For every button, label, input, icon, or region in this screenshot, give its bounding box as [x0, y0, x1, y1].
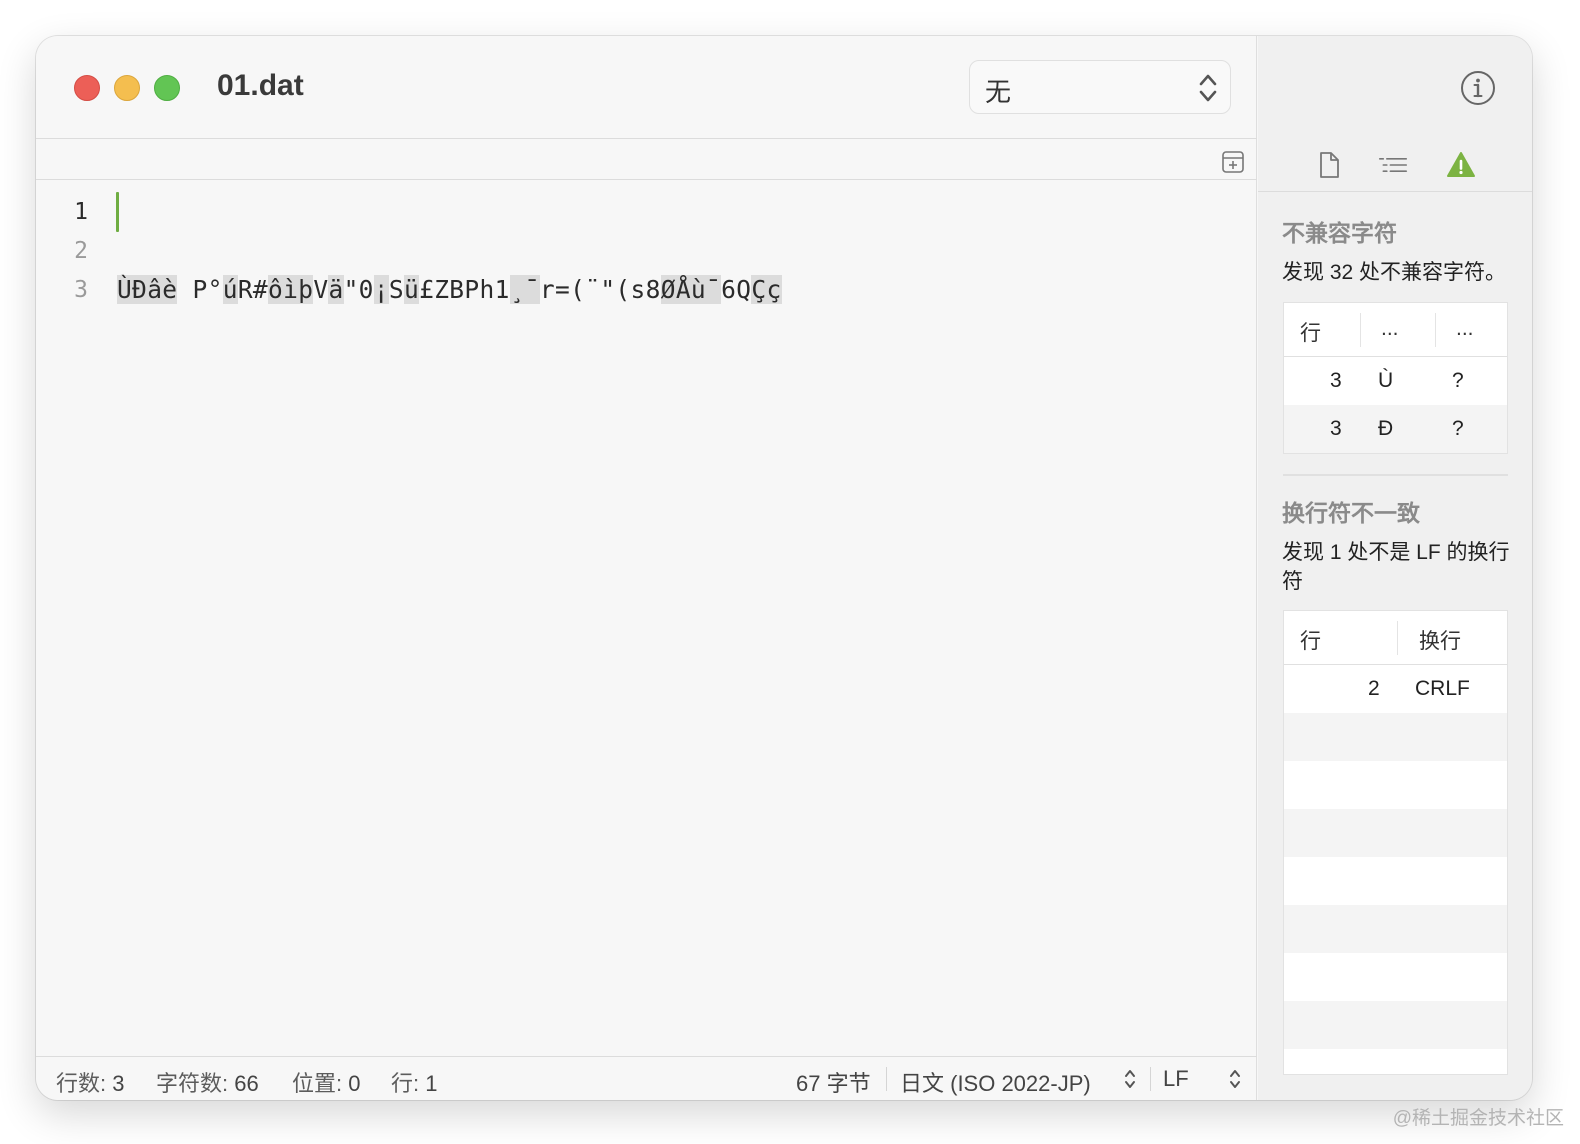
position-stat: 位置: 0 — [292, 1071, 361, 1096]
char-count-stat: 字符数: 66 — [156, 1071, 259, 1096]
code-text: P° — [177, 275, 223, 304]
code-text: £ZBPh1 — [419, 275, 510, 304]
incompatible-char-highlight: ôì — [268, 275, 299, 304]
line-number: 2 — [74, 238, 88, 264]
code-text: "(s8 — [600, 275, 661, 304]
table-row-empty — [1284, 905, 1507, 953]
divider — [1397, 621, 1398, 655]
table-row[interactable]: 3 Ù ? — [1284, 357, 1507, 405]
syntax-style-select[interactable]: 无 — [969, 60, 1231, 114]
column-header-line[interactable]: 行 — [1300, 625, 1321, 655]
column-header-converted[interactable]: ... — [1456, 317, 1474, 341]
window-title: 01.dat — [217, 69, 304, 102]
table-row-empty — [1284, 713, 1507, 761]
table-header: 行 换行 — [1284, 611, 1507, 665]
row-stat: 行: 1 — [391, 1071, 438, 1096]
column-header-line[interactable]: 行 — [1300, 317, 1321, 347]
incompatible-char-highlight: ä — [328, 275, 344, 304]
table-row-empty — [1284, 953, 1507, 1001]
line-count-stat: 行数: 3 — [56, 1071, 125, 1096]
close-window-button[interactable] — [74, 75, 100, 101]
warning-icon[interactable] — [1446, 150, 1476, 180]
add-panel-icon[interactable] — [1222, 151, 1244, 173]
table-row-empty — [1284, 761, 1507, 809]
line-ending-select[interactable]: LF — [1163, 1066, 1189, 1092]
incompatible-chars-title: 不兼容字符 — [1282, 220, 1397, 246]
table-row[interactable]: 3 Ð ? — [1284, 405, 1507, 453]
line-number: 3 — [74, 277, 88, 303]
watermark: @稀土掘金技术社区 — [1392, 1108, 1564, 1129]
stepper-arrows-icon[interactable] — [1123, 1068, 1137, 1090]
incompatible-char-highlight: ÙÐâè — [117, 275, 178, 304]
code-text: 6Q — [721, 275, 752, 304]
incompatible-char-highlight: ¸¯ — [509, 275, 540, 304]
line-endings-title: 换行符不一致 — [1282, 500, 1420, 526]
divider — [1360, 313, 1361, 347]
incompatible-char-highlight: þ — [298, 275, 314, 304]
incompatible-chars-desc: 发现 32 处不兼容字符。 — [1282, 261, 1507, 284]
code-text: R# — [237, 275, 269, 304]
incompatible-chars-table[interactable]: 行 ... ... 3 Ù ? 3 Ð ? — [1283, 302, 1508, 454]
app-window: 01.dat 无 1 2 3 ÙÐâè P°úR#ôìþVä"0¡Sü£ZBPh… — [36, 36, 1532, 1100]
incompatible-char-highlight: ü — [403, 275, 420, 304]
status-bar: 行数: 3 字符数: 66 位置: 0 行: 1 67 字节 日文 (ISO 2… — [36, 1056, 1257, 1100]
text-caret — [116, 192, 119, 232]
document-icon[interactable] — [1314, 150, 1344, 180]
line-endings-table[interactable]: 行 换行 2 CRLF — [1283, 610, 1508, 1075]
info-icon[interactable] — [1460, 70, 1496, 106]
syntax-style-value: 无 — [985, 77, 1012, 107]
table-row-empty — [1284, 857, 1507, 905]
minimize-window-button[interactable] — [114, 75, 140, 101]
divider — [1435, 313, 1436, 347]
titlebar: 01.dat 无 — [36, 36, 1257, 139]
code-text: "0 — [343, 275, 374, 304]
line-endings-desc: 发现 1 处不是 LF 的换行符 — [1282, 541, 1510, 593]
incompatible-char-highlight: Çç — [751, 275, 782, 304]
code-text: S — [388, 275, 404, 304]
incompatible-char-highlight: ú — [222, 275, 238, 304]
zoom-window-button[interactable] — [154, 75, 180, 101]
table-row-empty — [1284, 809, 1507, 857]
column-header-ending[interactable]: 换行 — [1419, 625, 1461, 655]
code-line-3[interactable]: ÙÐâè P°úR#ôìþVä"0¡Sü£ZBPh1¸¯r=(¨"(s8ØÅù¯… — [117, 271, 782, 309]
incompatible-char-highlight: ¡ — [373, 275, 389, 304]
table-row[interactable]: 2 CRLF — [1284, 665, 1507, 713]
code-text: ¨ — [585, 275, 601, 304]
incompatible-char-highlight: ØÅù¯ — [660, 275, 722, 304]
section-divider — [1283, 474, 1508, 476]
file-size-stat: 67 字节 — [796, 1071, 871, 1096]
encoding-select[interactable]: 日文 (ISO 2022-JP) — [900, 1066, 1091, 1098]
stepper-arrows-icon[interactable] — [1228, 1068, 1242, 1090]
divider — [886, 1067, 887, 1091]
column-header-char[interactable]: ... — [1381, 317, 1399, 341]
editor-toolbar — [36, 140, 1257, 180]
table-row-empty — [1284, 1001, 1507, 1049]
inspector-panel: 不兼容字符 发现 32 处不兼容字符。 行 ... ... 3 Ù ? 3 Ð … — [1258, 36, 1532, 1100]
divider — [1150, 1067, 1151, 1091]
stepper-arrows-icon — [1199, 74, 1217, 102]
table-header: 行 ... ... — [1284, 303, 1507, 357]
code-text: V — [313, 275, 329, 304]
inspector-tabs — [1258, 140, 1532, 192]
line-number: 1 — [74, 199, 88, 225]
editor-pane: 01.dat 无 1 2 3 ÙÐâè P°úR#ôìþVä"0¡Sü£ZBPh… — [36, 36, 1257, 1100]
code-text: r=( — [539, 275, 586, 304]
outline-icon[interactable] — [1378, 150, 1408, 180]
